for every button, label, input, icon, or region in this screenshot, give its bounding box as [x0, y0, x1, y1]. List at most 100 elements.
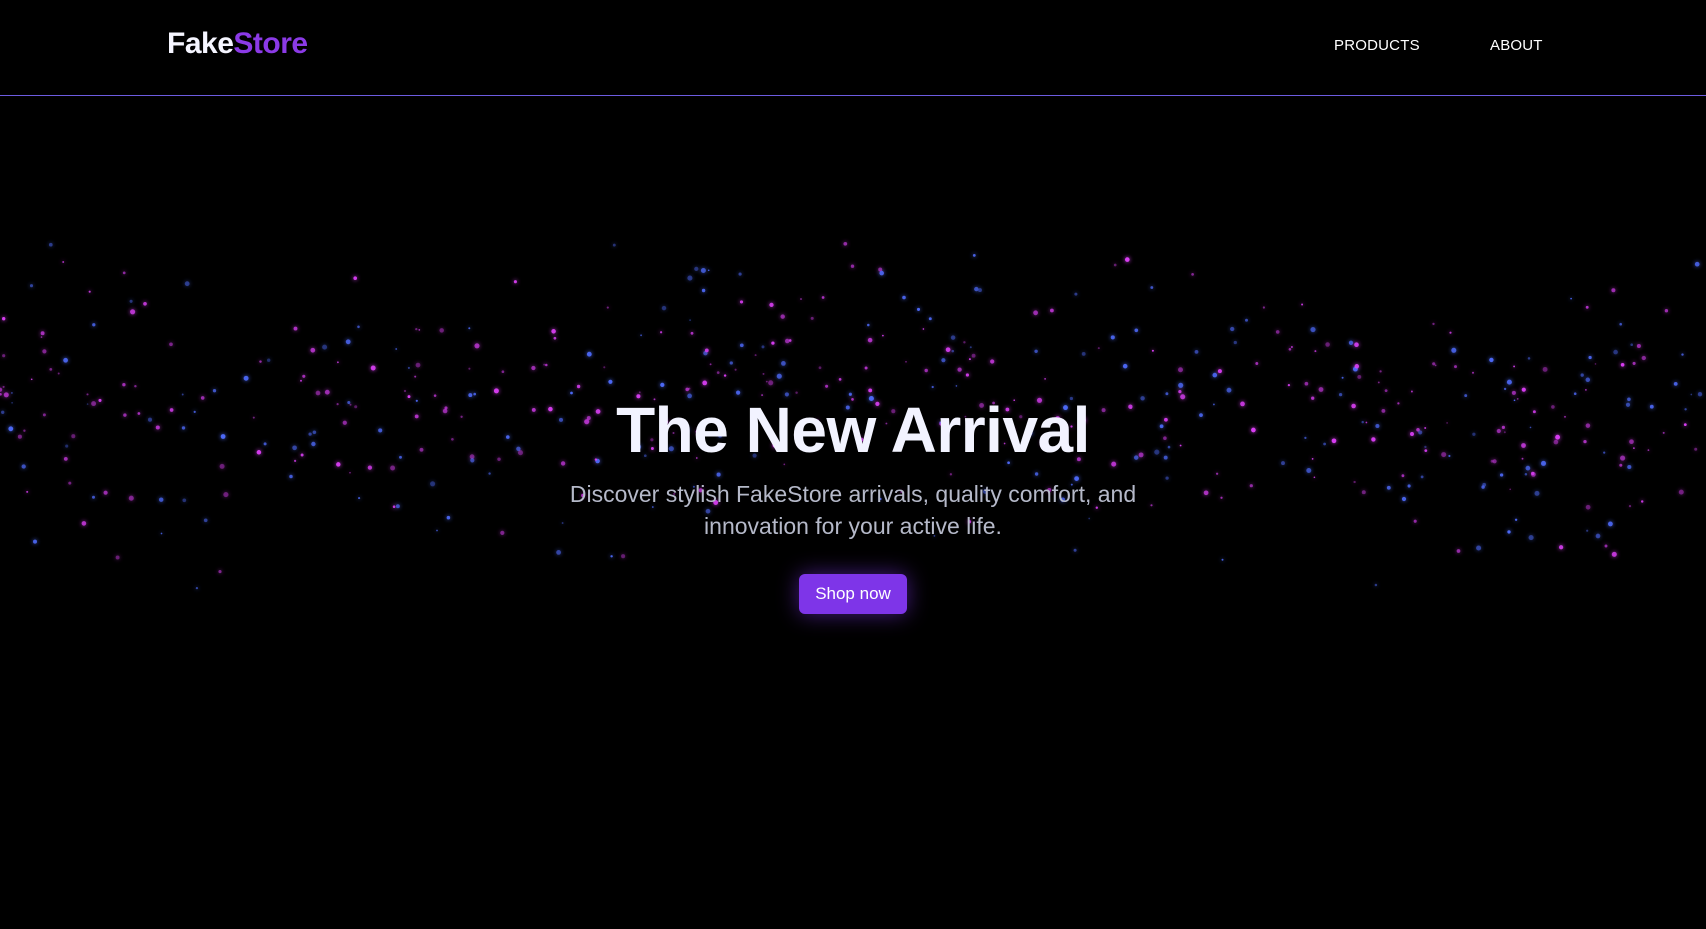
particle-dot: [978, 288, 982, 293]
particle-dot: [40, 331, 45, 336]
main-nav: PRODUCTS ABOUT: [0, 37, 1706, 57]
top-navbar: Fake Store PRODUCTS ABOUT: [0, 0, 1706, 96]
particle-dot: [439, 328, 444, 333]
particle-dot: [1542, 366, 1548, 372]
particle-dot: [1588, 355, 1592, 360]
particle-dot: [769, 302, 774, 308]
particle-dot: [1212, 372, 1218, 378]
particle-dot: [882, 334, 884, 337]
particle-dot: [1113, 263, 1117, 267]
particle-dot: [924, 368, 928, 373]
particle-dot: [92, 323, 96, 327]
particle-dot: [1325, 342, 1330, 347]
particle-dot: [867, 337, 873, 343]
particle-dot: [1262, 306, 1265, 309]
particle-dot: [702, 380, 708, 386]
particle-dot: [922, 328, 925, 330]
particle-dot: [661, 305, 667, 311]
nav-link-about[interactable]: ABOUT: [1490, 37, 1543, 54]
particle-dot: [765, 380, 768, 383]
particle-dot: [974, 286, 979, 292]
particle-dot: [825, 384, 829, 388]
particle-dot: [1217, 369, 1222, 374]
particle-dot: [969, 346, 972, 349]
particle-dot: [754, 354, 757, 357]
particle-dot: [955, 385, 958, 387]
particle-dot: [143, 301, 147, 306]
particle-dot: [1134, 328, 1139, 333]
particle-dot: [1301, 303, 1304, 306]
particle-dot: [468, 367, 471, 370]
particle-dot: [902, 295, 906, 300]
particle-dot: [788, 339, 792, 342]
particle-dot: [818, 366, 822, 370]
particle-dot: [1230, 326, 1235, 332]
particle-dot: [134, 384, 137, 388]
particle-dot: [879, 270, 884, 276]
particle-dot: [1341, 376, 1344, 379]
particle-dot: [1178, 382, 1184, 388]
particle-dot: [370, 365, 376, 371]
particle-dot: [501, 370, 505, 374]
particle-dot: [800, 298, 802, 300]
particle-dot: [1611, 288, 1616, 293]
particle-dot: [957, 367, 962, 372]
particle-dot: [1110, 335, 1115, 340]
particle-dot: [1310, 327, 1316, 333]
particle-dot: [694, 266, 699, 272]
particle-dot: [1632, 361, 1636, 365]
particle-dot: [293, 326, 298, 331]
page: Fake Store PRODUCTS ABOUT The New Arrival…: [0, 0, 1706, 929]
particle-dot: [689, 319, 691, 321]
particle-dot: [971, 353, 976, 358]
particle-dot: [1585, 305, 1589, 309]
particle-dot: [1619, 322, 1622, 326]
particle-dot: [1151, 349, 1154, 352]
particle-dot: [968, 358, 971, 361]
particle-dot: [468, 327, 471, 330]
particle-dot: [771, 341, 775, 345]
particle-dot: [1122, 363, 1128, 369]
particle-dot: [1681, 353, 1684, 356]
particle-dot: [1191, 273, 1194, 276]
particle-dot: [1255, 362, 1259, 365]
particle-dot: [1044, 378, 1046, 380]
particle-dot: [1194, 350, 1199, 354]
particle-dot: [1513, 365, 1516, 368]
particle-dot: [407, 366, 410, 369]
particle-dot: [543, 363, 546, 366]
particle-dot: [551, 329, 556, 334]
particle-dot: [850, 264, 855, 268]
particle-dot: [1449, 331, 1452, 334]
particle-dot: [1074, 292, 1078, 296]
particle-dot: [129, 299, 133, 303]
particle-dot: [707, 269, 710, 272]
particle-dot: [1049, 308, 1054, 313]
particle-dot: [1454, 365, 1457, 369]
particle-dot: [259, 360, 262, 363]
nav-link-products[interactable]: PRODUCTS: [1334, 37, 1420, 54]
particle-dot: [1150, 286, 1154, 289]
particle-dot: [1033, 310, 1038, 316]
particle-dot: [1641, 355, 1646, 361]
particle-dot: [738, 272, 742, 276]
particle-dot: [1636, 343, 1641, 349]
particle-dot: [739, 343, 744, 348]
particle-dot: [531, 365, 536, 371]
particle-dot: [1630, 343, 1634, 347]
particle-dot: [810, 316, 814, 320]
particle-dot: [1472, 371, 1474, 374]
particle-dot: [928, 317, 932, 321]
hero-subtitle: Discover stylish FakeStore arrivals, qua…: [569, 481, 1137, 539]
shop-now-button[interactable]: Shop now: [799, 574, 907, 614]
particle-dot: [88, 290, 91, 293]
particle-dot: [415, 327, 418, 331]
particle-dot: [1613, 349, 1618, 355]
particle-dot: [965, 373, 969, 377]
particle-dot: [690, 331, 694, 335]
particle-dot: [243, 375, 249, 381]
particle-dot: [353, 276, 357, 280]
particle-dot: [1451, 347, 1457, 353]
particle-dot: [1585, 377, 1591, 383]
particle-dot: [553, 336, 557, 340]
